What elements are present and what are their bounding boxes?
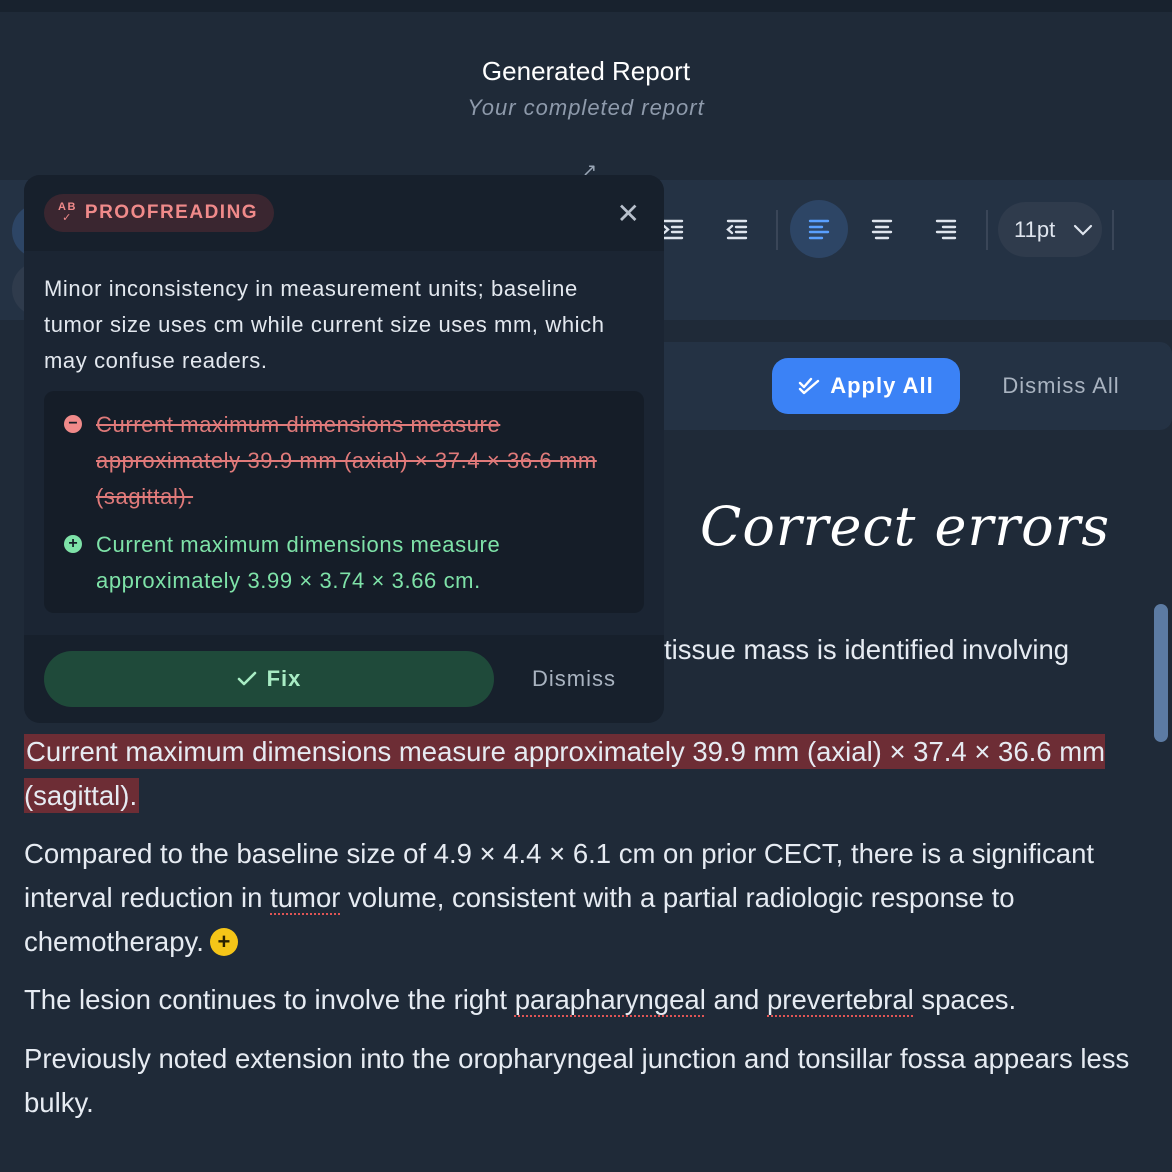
align-center-button[interactable] bbox=[853, 200, 911, 258]
apply-all-button[interactable]: Apply All bbox=[772, 358, 960, 414]
proofreading-badge: AB ✓ PROOFREADING bbox=[44, 194, 275, 232]
dismiss-button[interactable]: Dismiss bbox=[514, 651, 634, 707]
removed-text: Current maximum dimensions measure appro… bbox=[96, 412, 597, 509]
spelling-flag[interactable]: prevertebral bbox=[767, 984, 914, 1015]
added-icon: + bbox=[64, 535, 82, 553]
double-check-icon bbox=[799, 377, 820, 395]
paragraph-text: and bbox=[705, 984, 767, 1015]
outdent-icon bbox=[726, 219, 748, 240]
outdent-button[interactable] bbox=[708, 200, 766, 258]
spelling-flag[interactable]: parapharyngeal bbox=[515, 984, 706, 1015]
removed-icon: − bbox=[64, 415, 82, 433]
page-title: Generated Report bbox=[481, 56, 691, 86]
indent-icon bbox=[662, 219, 684, 240]
scrollbar-thumb[interactable] bbox=[1154, 604, 1168, 742]
badge-label: PROOFREADING bbox=[84, 202, 259, 223]
spellcheck-icon: AB ✓ bbox=[58, 201, 77, 224]
flagged-sentence[interactable]: Current maximum dimensions measure appro… bbox=[24, 734, 1106, 813]
check-icon bbox=[237, 671, 256, 686]
fix-label: Fix bbox=[266, 666, 302, 691]
align-left-button[interactable] bbox=[790, 200, 848, 258]
suggestion-diff: − Current maximum dimensions measure app… bbox=[44, 391, 644, 613]
report-text-fragment: tissue mass is identified involving bbox=[664, 634, 1070, 665]
font-size-select[interactable]: 11pt bbox=[998, 202, 1102, 257]
page-subtitle: Your completed report bbox=[467, 95, 705, 120]
popup-header: AB ✓ PROOFREADING ✕ bbox=[24, 175, 664, 251]
toolbar-divider bbox=[776, 210, 778, 250]
paragraph-text: The lesion continues to involve the righ… bbox=[24, 984, 515, 1015]
chevron-down-icon bbox=[1074, 224, 1093, 236]
report-paragraph-highlighted[interactable]: Current maximum dimensions measure appro… bbox=[24, 730, 1144, 818]
align-center-icon bbox=[871, 219, 893, 240]
align-left-icon bbox=[808, 219, 830, 240]
spellcheck-icon-text: AB bbox=[58, 201, 77, 213]
apply-all-label: Apply All bbox=[830, 373, 934, 398]
align-right-icon bbox=[935, 219, 957, 240]
dismiss-all-button[interactable]: Dismiss All bbox=[986, 358, 1136, 414]
report-paragraph: Previously noted extension into the orop… bbox=[24, 1043, 1130, 1118]
align-right-button[interactable] bbox=[917, 200, 975, 258]
paragraph-text: spaces. bbox=[913, 984, 1017, 1015]
report-editor: Generated Report Your completed report 1… bbox=[0, 0, 1172, 1172]
toolbar-divider bbox=[986, 210, 988, 250]
close-icon[interactable]: ✕ bbox=[617, 197, 640, 230]
fix-button[interactable]: Fix bbox=[44, 651, 494, 707]
added-text: Current maximum dimensions measure appro… bbox=[96, 532, 501, 593]
font-size-value: 11pt bbox=[1014, 216, 1056, 242]
report-paragraph: The lesion continues to involve the righ… bbox=[24, 978, 1144, 1022]
spelling-flag[interactable]: tumor bbox=[270, 882, 340, 913]
add-suggestion-icon[interactable]: + bbox=[209, 927, 238, 956]
top-strip bbox=[0, 0, 1172, 12]
issue-description: Minor inconsistency in measurement units… bbox=[44, 276, 605, 373]
proofreading-popup: AB ✓ PROOFREADING ✕ Minor inconsistency i… bbox=[24, 175, 664, 723]
toolbar-divider bbox=[1112, 210, 1114, 250]
overlay-caption: Correct errors bbox=[700, 495, 1111, 558]
report-paragraph: Compared to the baseline size of 4.9 × 4… bbox=[24, 832, 1144, 964]
